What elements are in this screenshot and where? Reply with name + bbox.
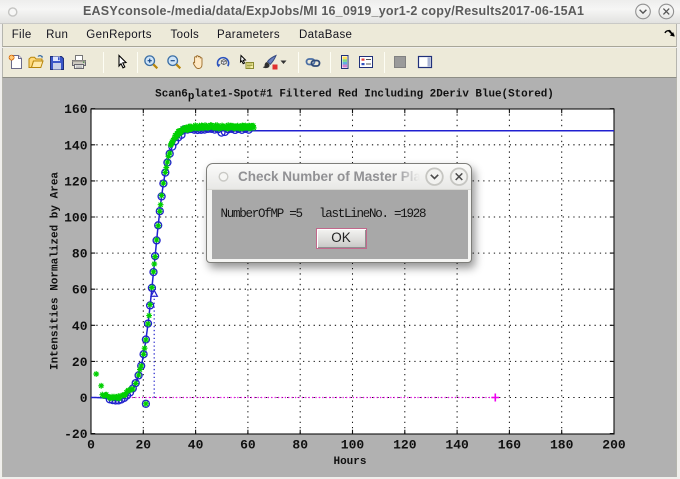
svg-text:80: 80 (292, 438, 308, 453)
svg-text:40: 40 (188, 438, 204, 453)
svg-text:60: 60 (72, 283, 88, 298)
svg-text:0: 0 (87, 438, 95, 453)
svg-text:20: 20 (72, 355, 88, 370)
svg-text:100: 100 (64, 211, 88, 226)
svg-text:80: 80 (72, 247, 88, 262)
svg-text:0: 0 (80, 391, 88, 406)
svg-text:20: 20 (135, 438, 151, 453)
svg-text:160: 160 (498, 438, 522, 453)
svg-text:Hours: Hours (333, 456, 366, 468)
svg-text:-20: -20 (64, 427, 88, 442)
svg-text:60: 60 (240, 438, 256, 453)
svg-text:120: 120 (393, 438, 417, 453)
svg-text:40: 40 (72, 319, 88, 334)
svg-text:160: 160 (64, 102, 88, 117)
svg-text:120: 120 (64, 174, 88, 189)
svg-text:180: 180 (550, 438, 574, 453)
svg-text:Intensities Normalized by Area: Intensities Normalized by Area (50, 172, 62, 370)
svg-text:140: 140 (445, 438, 469, 453)
svg-text:Scan6plate1-Spot#1 Filtered Re: Scan6plate1-Spot#1 Filtered Red Includin… (155, 89, 554, 104)
svg-text:200: 200 (602, 438, 626, 453)
svg-text:140: 140 (64, 138, 88, 153)
svg-text:100: 100 (341, 438, 365, 453)
